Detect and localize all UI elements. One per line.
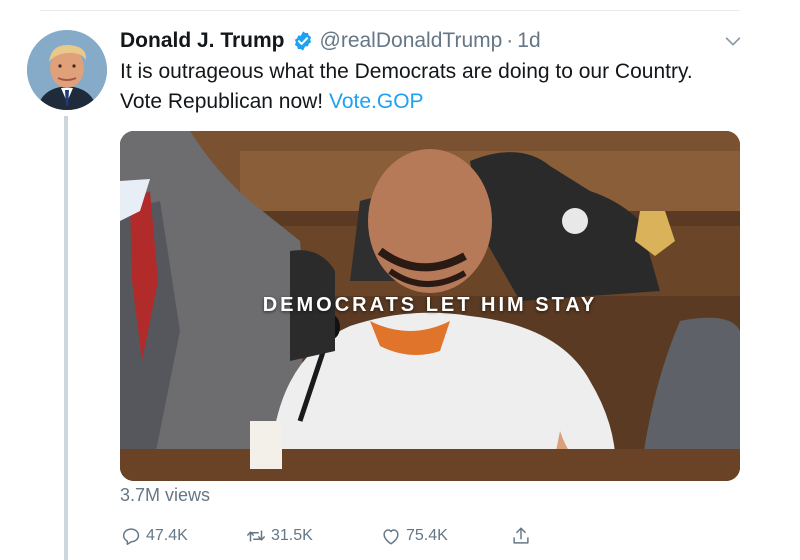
retweet-button[interactable]: 31.5K	[245, 522, 313, 550]
retweet-icon	[247, 530, 265, 542]
vote-gop-link[interactable]: Vote.GOP	[329, 90, 424, 113]
handle[interactable]: @realDonaldTrump	[320, 29, 503, 53]
tweet-video[interactable]: DEMOCRATS LET HIM STAY	[120, 131, 740, 481]
chevron-down-icon[interactable]	[722, 30, 744, 52]
tweet-text: It is outrageous what the Democrats are …	[120, 57, 720, 117]
video-caption: DEMOCRATS LET HIM STAY	[262, 294, 598, 316]
timestamp[interactable]: 1d	[517, 29, 540, 53]
top-divider	[40, 10, 740, 11]
share-button[interactable]	[510, 522, 536, 550]
view-count: 3.7M views	[120, 485, 211, 505]
share-icon	[513, 527, 529, 544]
reply-count: 47.4K	[146, 527, 188, 544]
like-count: 75.4K	[406, 527, 448, 544]
separator-dot: ·	[506, 29, 514, 52]
verified-badge-icon	[294, 31, 311, 51]
heart-icon	[383, 529, 399, 545]
reply-icon	[122, 528, 140, 545]
retweet-count: 31.5K	[271, 527, 313, 544]
reply-button[interactable]: 47.4K	[120, 522, 188, 550]
avatar-photo	[27, 30, 107, 110]
action-bar: 47.4K 31.5K 75.4K	[120, 522, 540, 550]
tweet-header: Donald J. Trump @realDonaldTrump · 1d	[120, 26, 541, 56]
like-button[interactable]: 75.4K	[380, 522, 448, 550]
thread-line	[64, 116, 68, 560]
display-name[interactable]: Donald J. Trump	[120, 29, 285, 53]
avatar[interactable]	[27, 30, 107, 110]
